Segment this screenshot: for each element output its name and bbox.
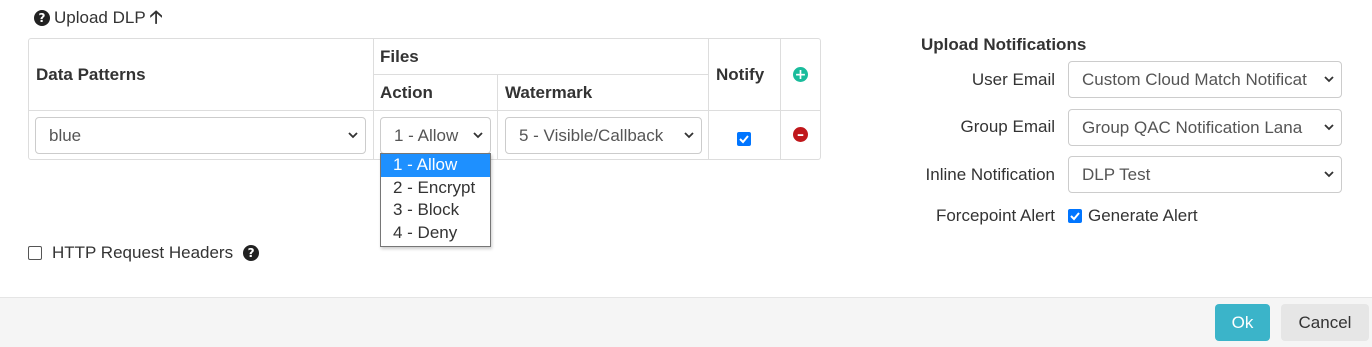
action-dropdown-list: 1 - Allow 2 - Encrypt 3 - Block 4 - Deny (380, 153, 491, 247)
divider (780, 39, 781, 159)
forcepoint-alert-row: Generate Alert (1068, 206, 1198, 226)
forcepoint-alert-label: Forcepoint Alert (935, 206, 1055, 225)
http-request-headers-label: HTTP Request Headers (52, 243, 234, 262)
cancel-button[interactable]: Cancel (1281, 304, 1369, 341)
divider (497, 75, 498, 159)
user-email-label: User Email (971, 70, 1055, 89)
action-option-deny[interactable]: 4 - Deny (381, 222, 490, 245)
chevron-down-icon (1323, 168, 1334, 178)
http-request-headers-checkbox[interactable] (28, 246, 42, 260)
generate-alert-checkbox[interactable] (1068, 209, 1082, 223)
question-circle-icon[interactable]: ? (34, 10, 50, 26)
header-files: Files (380, 47, 419, 66)
modal-footer (0, 297, 1372, 347)
group-email-label: Group Email (960, 117, 1055, 136)
divider (29, 110, 820, 111)
action-option-block[interactable]: 3 - Block (381, 199, 490, 222)
header-watermark: Watermark (505, 83, 593, 102)
generate-alert-label: Generate Alert (1088, 206, 1198, 225)
action-option-allow[interactable]: 1 - Allow (381, 154, 490, 177)
divider (373, 39, 374, 159)
http-request-headers-row: HTTP Request Headers ? (28, 243, 260, 263)
minus-circle-icon[interactable]: – (793, 127, 808, 142)
dlp-rules-table: Data Patterns Files Action Watermark Not… (28, 38, 821, 160)
question-circle-icon[interactable]: ? (243, 245, 260, 261)
ok-button[interactable]: Ok (1215, 304, 1270, 341)
group-email-select[interactable]: Group QAC Notification Lana (1068, 109, 1342, 146)
header-action: Action (380, 83, 433, 102)
inline-notification-select[interactable]: DLP Test (1068, 156, 1342, 193)
action-option-encrypt[interactable]: 2 - Encrypt (381, 177, 490, 200)
data-pattern-select[interactable]: blue (35, 117, 366, 154)
chevron-down-icon (1323, 121, 1334, 131)
chevron-down-icon (1323, 73, 1334, 83)
plus-circle-icon[interactable]: + (793, 67, 808, 82)
divider (708, 39, 709, 159)
notify-checkbox[interactable] (737, 131, 751, 151)
divider (373, 74, 708, 75)
arrow-up-icon: 🡡 (149, 7, 163, 28)
action-select[interactable]: 1 - Allow (380, 117, 491, 154)
inline-notification-label: Inline Notification (925, 165, 1055, 184)
upload-notifications-title: Upload Notifications (921, 35, 1087, 54)
upload-dlp-title: Upload DLP (54, 8, 146, 27)
chevron-down-icon (347, 129, 358, 139)
header-data-patterns: Data Patterns (36, 65, 146, 84)
header-notify: Notify (716, 65, 765, 84)
user-email-select[interactable]: Custom Cloud Match Notificat (1068, 61, 1342, 98)
upload-dlp-header: ? Upload DLP 🡡 (34, 8, 163, 28)
chevron-down-icon (683, 129, 694, 139)
watermark-select[interactable]: 5 - Visible/Callback (505, 117, 702, 154)
chevron-down-icon (472, 129, 483, 139)
